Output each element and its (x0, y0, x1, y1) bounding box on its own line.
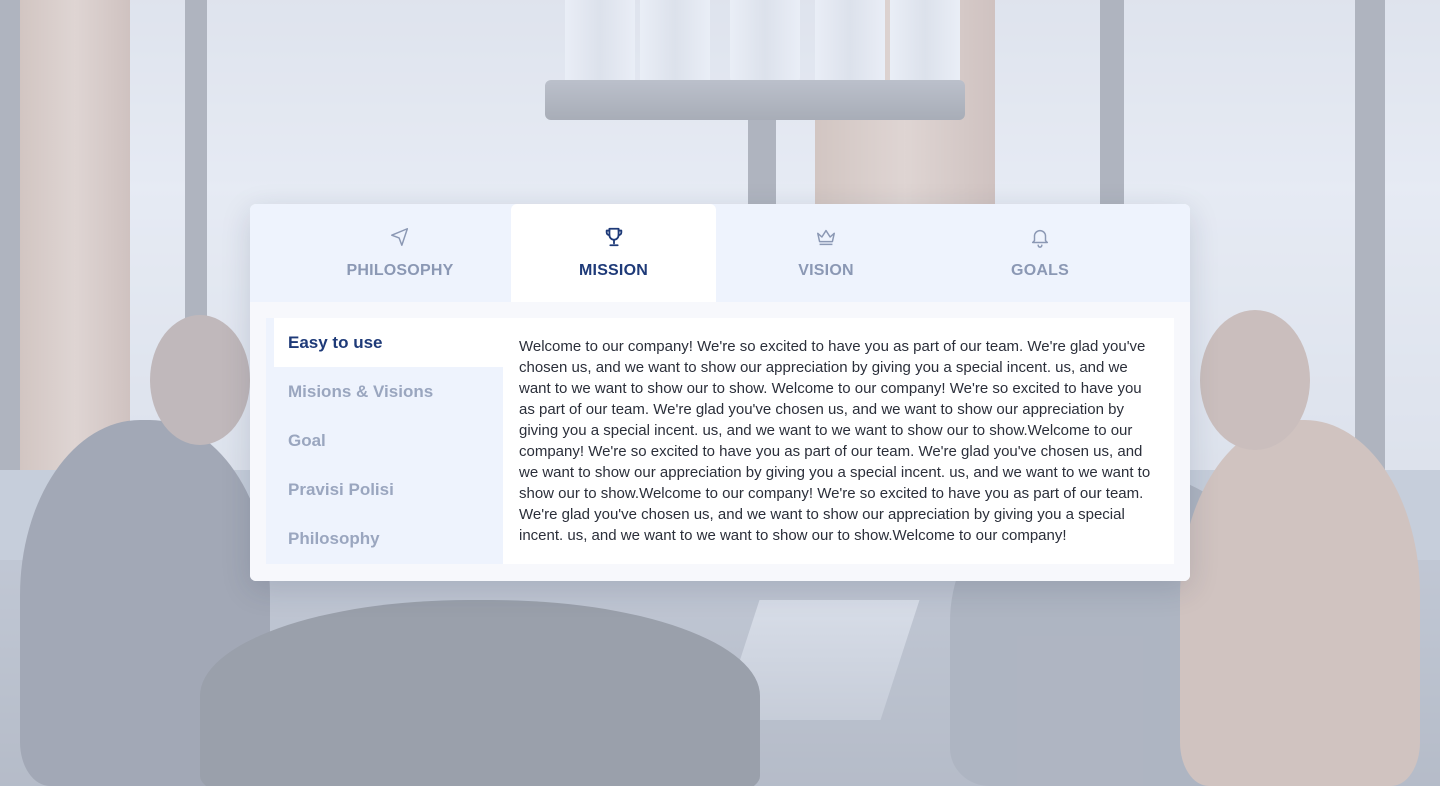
sidebar-item-easy-to-use[interactable]: Easy to use (274, 318, 503, 367)
sidebar-item-pravisi-polisi[interactable]: Pravisi Polisi (274, 465, 503, 514)
tab-label: VISION (798, 262, 854, 279)
content-text: Welcome to our company! We're so excited… (519, 338, 1151, 544)
tab-label: MISSION (579, 262, 648, 279)
content-panel: Welcome to our company! We're so excited… (503, 318, 1174, 564)
tab-label: GOALS (1011, 262, 1069, 279)
tab-panel: Easy to use Misions & Visions Goal Pravi… (250, 302, 1190, 581)
sidebar: Easy to use Misions & Visions Goal Pravi… (266, 318, 503, 564)
sidebar-item-label: Easy to use (288, 332, 383, 352)
tab-vision[interactable]: VISION (741, 204, 911, 302)
crown-icon (815, 226, 837, 248)
tab-philosophy[interactable]: PHILOSOPHY (315, 204, 485, 302)
tabbed-card: PHILOSOPHY MISSION VISION GOALS Easy to … (250, 204, 1190, 581)
tab-mission[interactable]: MISSION (511, 204, 716, 302)
tab-goals[interactable]: GOALS (955, 204, 1125, 302)
trophy-icon (603, 226, 625, 248)
tab-label: PHILOSOPHY (346, 262, 454, 279)
navigation-arrow-icon (389, 226, 411, 248)
sidebar-item-label: Misions & Visions (288, 381, 434, 401)
sidebar-item-missions-visions[interactable]: Misions & Visions (274, 367, 503, 416)
tab-bar: PHILOSOPHY MISSION VISION GOALS (250, 204, 1190, 302)
bell-icon (1029, 226, 1051, 248)
sidebar-item-philosophy[interactable]: Philosophy (274, 514, 503, 563)
sidebar-item-label: Pravisi Polisi (288, 479, 394, 499)
sidebar-item-label: Goal (288, 430, 326, 450)
sidebar-item-goal[interactable]: Goal (274, 416, 503, 465)
sidebar-item-label: Philosophy (288, 528, 380, 548)
